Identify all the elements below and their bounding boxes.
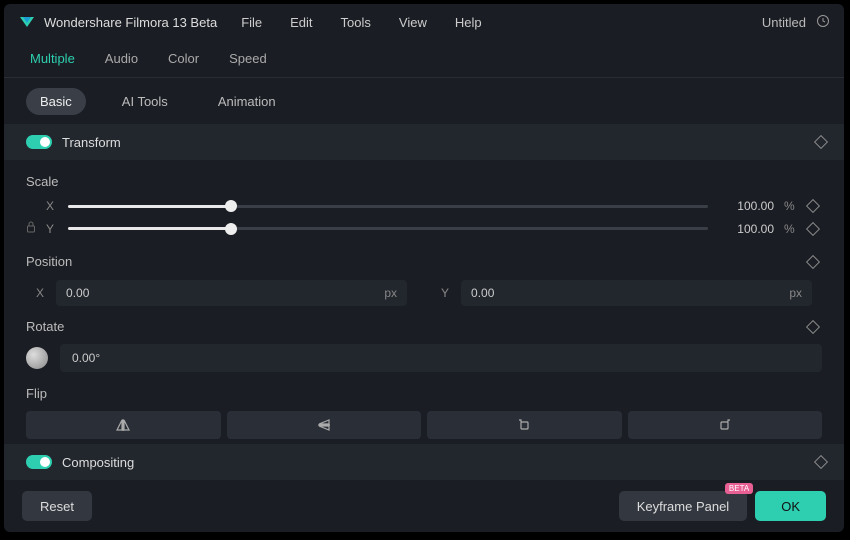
scale-y-axis-label: Y (46, 222, 58, 236)
position-x-input[interactable]: X 0.00 px (26, 279, 417, 307)
tab-color[interactable]: Color (168, 43, 199, 74)
tab-speed[interactable]: Speed (229, 43, 267, 74)
transform-label: Transform (62, 135, 816, 150)
scale-y-slider[interactable] (68, 227, 708, 230)
app-logo-icon (18, 13, 36, 31)
scale-label: Scale (26, 174, 822, 189)
menu-edit[interactable]: Edit (290, 15, 312, 30)
rotate-input[interactable]: 0.00° (60, 344, 822, 372)
transform-toggle[interactable] (26, 135, 52, 149)
keyframe-panel-button[interactable]: Keyframe Panel BETA (619, 491, 748, 521)
flip-horizontal-button[interactable] (26, 411, 221, 439)
scale-x-unit: % (784, 199, 798, 213)
menu-help[interactable]: Help (455, 15, 482, 30)
lock-icon[interactable] (26, 221, 36, 236)
tabs-secondary: Basic AI Tools Animation (4, 78, 844, 124)
flip-label: Flip (26, 386, 822, 401)
tabs-primary: Multiple Audio Color Speed (4, 40, 844, 78)
section-transform-header: Transform (4, 124, 844, 160)
flip-vertical-button[interactable] (227, 411, 422, 439)
flip-rotate-cw-button[interactable] (427, 411, 622, 439)
scale-x-axis-label: X (46, 199, 58, 213)
tab-multiple[interactable]: Multiple (30, 43, 75, 74)
rotate-label: Rotate (26, 319, 822, 334)
scale-x-slider[interactable] (68, 205, 708, 208)
compositing-keyframe-icon[interactable] (814, 455, 828, 469)
history-icon[interactable] (816, 14, 830, 31)
position-y-input[interactable]: Y 0.00 px (431, 279, 822, 307)
project-name[interactable]: Untitled (762, 15, 806, 30)
app-title: Wondershare Filmora 13 Beta (44, 15, 217, 30)
scale-y-value[interactable]: 100.00 (718, 222, 774, 236)
compositing-toggle[interactable] (26, 455, 52, 469)
menu-file[interactable]: File (241, 15, 262, 30)
menu-tools[interactable]: Tools (341, 15, 371, 30)
scale-y-unit: % (784, 222, 798, 236)
transform-keyframe-icon[interactable] (814, 135, 828, 149)
scale-y-keyframe-icon[interactable] (806, 221, 820, 235)
flip-rotate-ccw-button[interactable] (628, 411, 823, 439)
menu-bar: File Edit Tools View Help (241, 15, 481, 30)
tab-basic[interactable]: Basic (26, 88, 86, 115)
section-compositing-header: Compositing (4, 444, 844, 480)
scale-x-keyframe-icon[interactable] (806, 199, 820, 213)
scale-x-value[interactable]: 100.00 (718, 199, 774, 213)
footer: Reset Keyframe Panel BETA OK (4, 480, 844, 532)
menu-view[interactable]: View (399, 15, 427, 30)
titlebar: Wondershare Filmora 13 Beta File Edit To… (4, 4, 844, 40)
rotate-keyframe-icon[interactable] (806, 319, 820, 333)
compositing-label: Compositing (62, 455, 816, 470)
position-label: Position (26, 254, 822, 269)
transform-content: Scale X 100.00 % Y 100.00 % Position X (4, 160, 844, 444)
tab-audio[interactable]: Audio (105, 43, 138, 74)
reset-button[interactable]: Reset (22, 491, 92, 521)
tab-ai-tools[interactable]: AI Tools (108, 88, 182, 115)
position-keyframe-icon[interactable] (806, 254, 820, 268)
beta-badge: BETA (725, 483, 753, 494)
tab-animation[interactable]: Animation (204, 88, 290, 115)
ok-button[interactable]: OK (755, 491, 826, 521)
rotate-dial[interactable] (26, 347, 48, 369)
